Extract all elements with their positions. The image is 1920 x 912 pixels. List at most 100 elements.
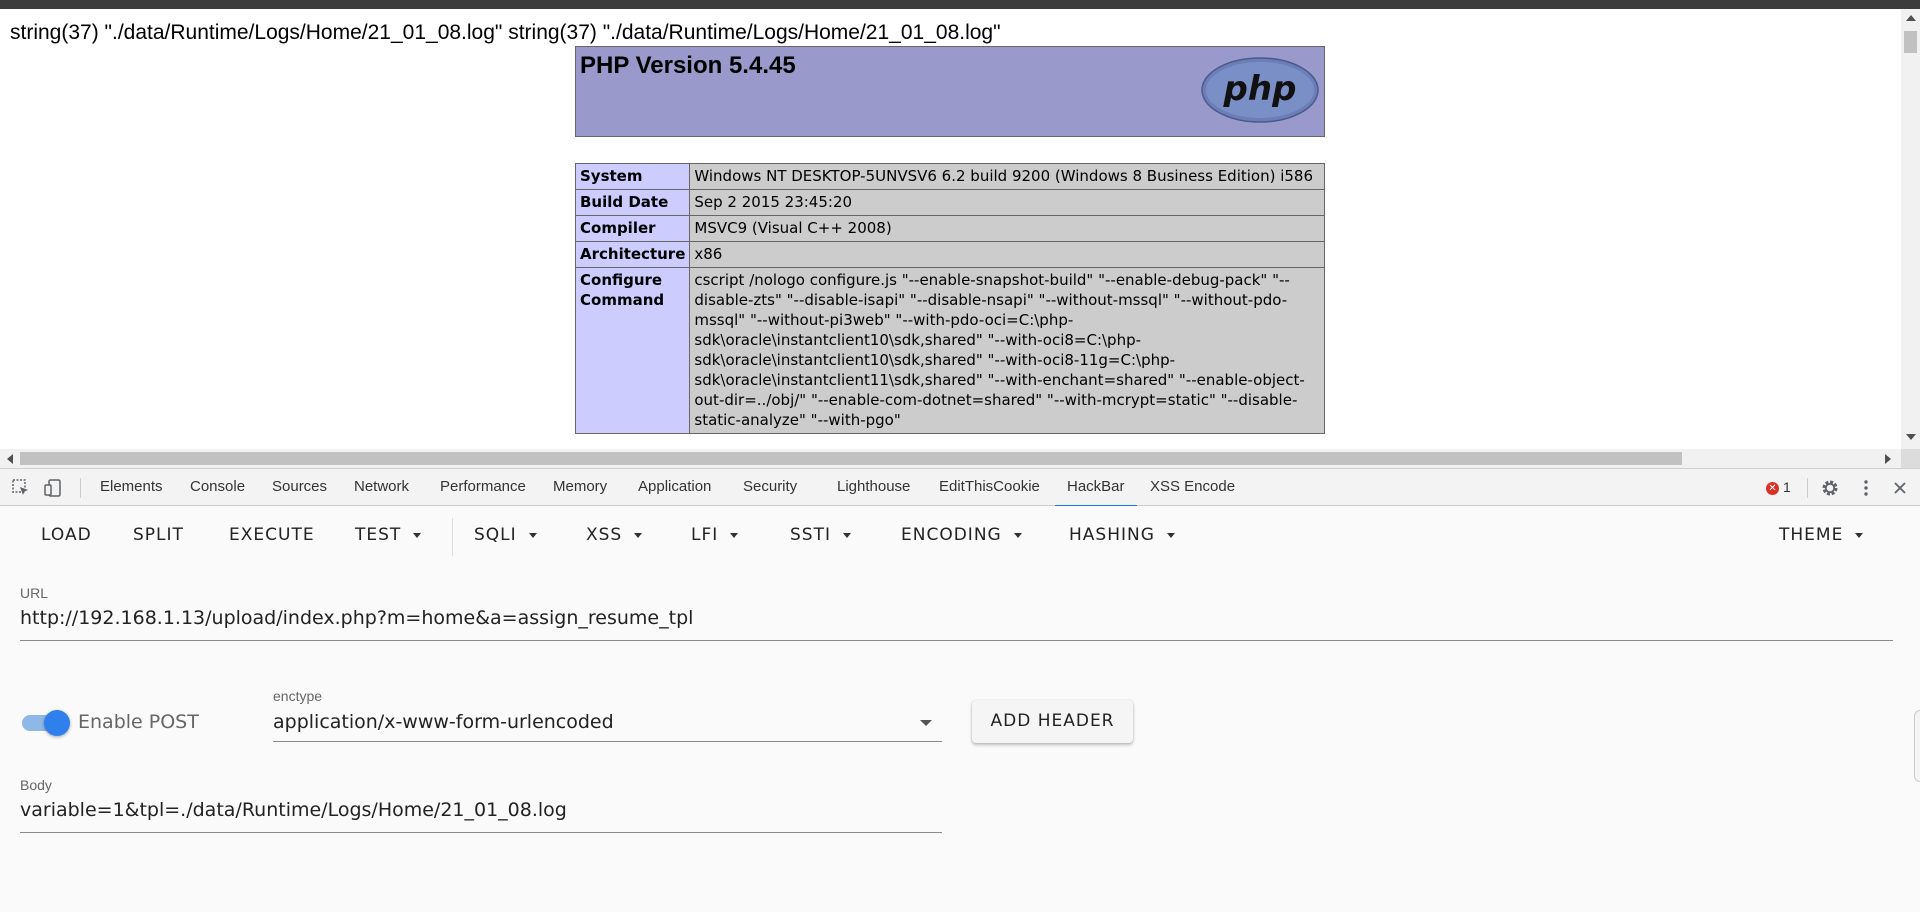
body-label: Body	[20, 777, 52, 793]
execute-button[interactable]: EXECUTE	[229, 520, 315, 550]
close-icon[interactable]	[1890, 478, 1910, 498]
theme-label: THEME	[1779, 525, 1844, 545]
execute-label: EXECUTE	[229, 525, 315, 545]
phpinfo-table: System Windows NT DESKTOP-5UNVSV6 6.2 bui…	[574, 163, 1325, 434]
tab-lighthouse[interactable]: Lighthouse	[837, 469, 910, 505]
phpinfo-row: Configure Command cscript /nologo configu…	[574, 267, 1325, 434]
lfi-label: LFI	[691, 525, 719, 545]
devtools-separator	[80, 478, 81, 498]
url-underline	[20, 640, 1893, 641]
url-input[interactable]: http://192.168.1.13/upload/index.php?m=h…	[20, 607, 693, 629]
scroll-right-arrow-icon[interactable]	[1885, 454, 1891, 464]
inspect-element-icon[interactable]	[11, 478, 31, 498]
sqli-caret-icon	[528, 532, 537, 538]
tab-editthiscookie[interactable]: EditThisCookie	[939, 469, 1040, 505]
devtools-panel: Elements Console Sources Network Performance…	[0, 468, 1920, 912]
tab-security[interactable]: Security	[743, 469, 797, 505]
tab-application[interactable]: Application	[638, 469, 711, 505]
enctype-select[interactable]: application/x-www-form-urlencoded	[273, 711, 614, 733]
xss-caret-icon	[634, 532, 643, 538]
page-horizontal-scrollbar[interactable]	[0, 449, 1901, 468]
phpinfo-row: Build Date Sep 2 2015 23:45:20	[574, 189, 1325, 216]
page-viewport: string(37) "./data/Runtime/Logs/Home/21_…	[0, 9, 1920, 449]
tab-network[interactable]: Network	[354, 469, 409, 505]
scroll-down-arrow-icon[interactable]	[1906, 434, 1916, 440]
php-logo-text: php	[1223, 69, 1297, 109]
phpinfo-key: Architecture	[574, 241, 691, 268]
vertical-scroll-thumb[interactable]	[1904, 31, 1917, 53]
theme-caret-icon	[1855, 532, 1864, 538]
split-label: SPLIT	[133, 525, 184, 545]
var-dump-output: string(37) "./data/Runtime/Logs/Home/21_…	[10, 21, 1001, 44]
phpinfo-row: Architecture x86	[574, 241, 1325, 268]
tab-elements[interactable]: Elements	[100, 469, 163, 505]
browser-top-strip	[0, 0, 1920, 9]
hashing-caret-icon	[1166, 532, 1175, 538]
scroll-left-arrow-icon[interactable]	[7, 454, 13, 464]
scrollbar-corner	[1901, 449, 1920, 468]
load-label: LOAD	[41, 525, 92, 545]
devtools-tab-bar: Elements Console Sources Network Performance…	[0, 468, 1920, 507]
phpinfo-key: System	[574, 163, 691, 190]
hashing-button[interactable]: HASHING	[1069, 520, 1175, 550]
error-count: 1	[1783, 479, 1791, 495]
ssti-caret-icon	[842, 532, 851, 538]
theme-menu-button[interactable]: THEME	[1779, 520, 1864, 550]
xss-label: XSS	[586, 525, 623, 545]
toolbar-divider	[452, 518, 453, 556]
error-counter[interactable]: ✕ 1	[1766, 479, 1791, 495]
enctype-underline	[273, 741, 942, 742]
tab-memory[interactable]: Memory	[553, 469, 607, 505]
test-button[interactable]: TEST	[355, 520, 422, 550]
url-label: URL	[20, 585, 49, 601]
hackbar-toolbar: LOAD SPLIT EXECUTE TEST SQLI XSS LFI SSTI ENCODI…	[0, 506, 1920, 564]
enctype-dropdown-arrow-icon[interactable]	[920, 720, 932, 726]
page-vertical-scrollbar[interactable]	[1901, 9, 1920, 449]
test-caret-icon	[413, 532, 422, 538]
error-icon: ✕	[1766, 481, 1779, 495]
side-panel-handle[interactable]	[1914, 710, 1920, 782]
lfi-button[interactable]: LFI	[691, 520, 739, 550]
tab-hackbar[interactable]: HackBar	[1055, 469, 1137, 507]
phpinfo-value: Sep 2 2015 23:45:20	[689, 189, 1325, 216]
tab-xss-encode[interactable]: XSS Encode	[1150, 469, 1235, 505]
phpinfo-header: PHP Version 5.4.45 php	[575, 46, 1325, 137]
phpinfo-block: PHP Version 5.4.45 php System Windows NT …	[574, 46, 1325, 434]
phpinfo-row: Compiler MSVC9 (Visual C++ 2008)	[574, 215, 1325, 242]
phpinfo-key: Configure Command	[574, 267, 691, 434]
phpinfo-value: x86	[689, 241, 1325, 268]
more-vertical-icon[interactable]	[1856, 478, 1876, 498]
settings-gear-icon[interactable]	[1820, 478, 1840, 498]
encoding-button[interactable]: ENCODING	[901, 520, 1022, 550]
device-toolbar-icon[interactable]	[43, 478, 63, 498]
horizontal-scroll-thumb[interactable]	[20, 452, 1682, 465]
tab-console[interactable]: Console	[190, 469, 245, 505]
php-version-title: PHP Version 5.4.45	[580, 52, 796, 79]
sqli-label: SQLI	[474, 525, 517, 545]
enable-post-label: Enable POST	[78, 711, 199, 733]
sqli-button[interactable]: SQLI	[474, 520, 537, 550]
test-label: TEST	[355, 525, 402, 545]
tab-performance[interactable]: Performance	[440, 469, 526, 505]
xss-button[interactable]: XSS	[586, 520, 643, 550]
encoding-label: ENCODING	[901, 525, 1002, 545]
phpinfo-key: Build Date	[574, 189, 691, 216]
phpinfo-key: Compiler	[574, 215, 691, 242]
devtools-right-separator	[1807, 478, 1808, 498]
phpinfo-value: cscript /nologo configure.js "--enable-s…	[689, 267, 1325, 434]
ssti-button[interactable]: SSTI	[790, 520, 851, 550]
enable-post-toggle-knob[interactable]	[44, 710, 70, 736]
scroll-up-arrow-icon[interactable]	[1906, 15, 1916, 21]
phpinfo-value: MSVC9 (Visual C++ 2008)	[689, 215, 1325, 242]
tab-sources[interactable]: Sources	[272, 469, 327, 505]
lfi-caret-icon	[730, 532, 739, 538]
ssti-label: SSTI	[790, 525, 831, 545]
phpinfo-row: System Windows NT DESKTOP-5UNVSV6 6.2 bui…	[574, 163, 1325, 190]
load-button[interactable]: LOAD	[41, 520, 92, 550]
body-underline	[20, 832, 942, 833]
add-header-button[interactable]: ADD HEADER	[972, 700, 1133, 743]
phpinfo-value: Windows NT DESKTOP-5UNVSV6 6.2 build 920…	[689, 163, 1325, 190]
hashing-label: HASHING	[1069, 525, 1155, 545]
body-input[interactable]: variable=1&tpl=./data/Runtime/Logs/Home/…	[20, 799, 567, 821]
split-button[interactable]: SPLIT	[133, 520, 184, 550]
